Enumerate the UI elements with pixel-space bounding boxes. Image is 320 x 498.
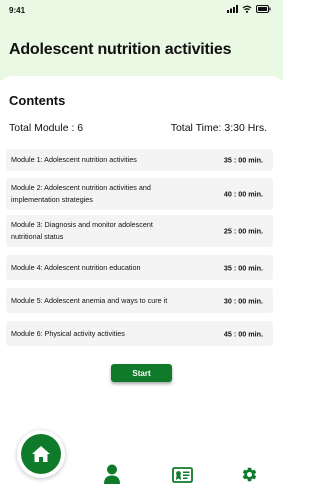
page-title: Adolescent nutrition activities [9,41,232,58]
module-duration: 45 : 00 min. [223,329,263,338]
settings-icon[interactable] [241,466,258,483]
module-duration: 40 : 00 min. [223,189,263,199]
module-label: Module 1: Adolescent nutrition activitie… [11,155,137,164]
profile-icon[interactable] [103,464,121,484]
wifi-icon [242,5,252,13]
module-summary: Total Module : 6 Total Time: 3:30 Hrs. [9,122,267,134]
certificate-icon[interactable] [172,467,193,483]
status-time: 9:41 [9,6,26,15]
module-duration: 25 : 00 min. [223,226,263,236]
module-label: Module 3: Diagnosis and monitor adolesce… [11,220,153,241]
home-icon [32,446,50,462]
module-label: Module 4: Adolescent nutrition education [11,262,141,272]
signal-icon [227,5,238,13]
module-label: Module 6: Physical activity activities [11,328,125,338]
module-item-2[interactable]: Module 2: Adolescent nutrition activitie… [6,178,273,210]
module-label: Module 2: Adolescent nutrition activitie… [11,183,151,204]
battery-icon [256,5,271,13]
module-item-6[interactable]: Module 6: Physical activity activities 4… [6,321,273,346]
module-item-3[interactable]: Module 3: Diagnosis and monitor adolesce… [6,215,273,247]
module-item-4[interactable]: Module 4: Adolescent nutrition education… [6,255,273,280]
start-button[interactable]: Start [111,364,172,382]
module-duration: 35 : 00 min. [223,155,263,165]
total-time: Total Time: 3:30 Hrs. [170,122,267,134]
module-duration: 30 : 00 min. [223,296,263,305]
module-item-1[interactable]: Module 1: Adolescent nutrition activitie… [6,149,273,171]
nav-home[interactable] [17,430,65,478]
module-label: Module 5: Adolescent anemia and ways to … [11,295,168,305]
total-module: Total Module : 6 [9,122,84,134]
module-duration: 35 : 00 min. [223,263,263,272]
contents-heading: Contents [9,93,66,108]
status-bar: 9:41 [0,0,283,22]
module-item-5[interactable]: Module 5: Adolescent anemia and ways to … [6,288,273,313]
